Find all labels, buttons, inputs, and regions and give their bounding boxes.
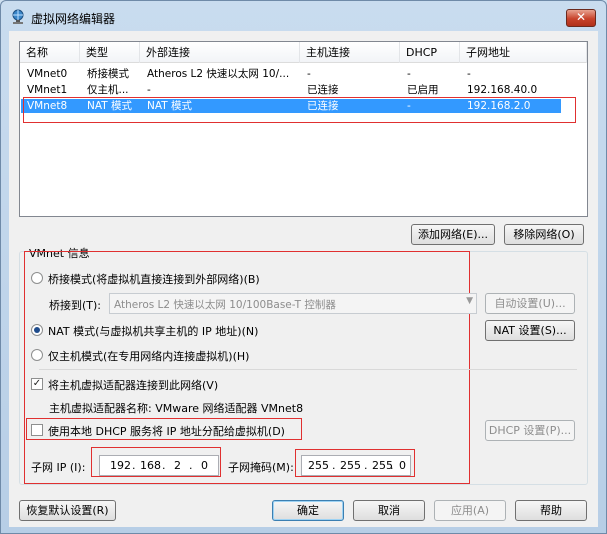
- dialog-window: 虚拟网络编辑器 ✕ 名称 类型 外部连接 主机连接 DHCP 子网地址 VMne…: [0, 0, 607, 534]
- network-list[interactable]: 名称 类型 外部连接 主机连接 DHCP 子网地址 VMnet0 桥接模式 At…: [19, 41, 588, 217]
- cell-name: VMnet0: [27, 68, 68, 80]
- ok-button[interactable]: 确定: [272, 500, 344, 521]
- column-header-dhcp[interactable]: DHCP: [400, 42, 460, 63]
- hostonly-mode-radio[interactable]: [31, 349, 43, 361]
- add-network-button[interactable]: 添加网络(E)...: [411, 224, 495, 245]
- hostonly-mode-label[interactable]: 仅主机模式(在专用网络内连接虚拟机)(H): [48, 348, 249, 364]
- nat-mode-radio[interactable]: [31, 324, 43, 336]
- close-icon: ✕: [575, 10, 587, 24]
- nat-settings-button[interactable]: NAT 设置(S)...: [485, 320, 575, 341]
- bridged-to-value: Atheros L2 快速以太网 10/100Base-T 控制器: [114, 299, 336, 311]
- cell-subnet: 192.168.40.0: [467, 84, 538, 96]
- cell-type: 仅主机...: [87, 84, 129, 96]
- column-header-external[interactable]: 外部连接: [140, 42, 300, 63]
- cell-type: 桥接模式: [87, 68, 129, 80]
- close-button[interactable]: ✕: [566, 9, 596, 27]
- cancel-button[interactable]: 取消: [353, 500, 425, 521]
- adapter-name-label: 主机虚拟适配器名称: VMware 网络适配器 VMnet8: [49, 402, 304, 415]
- bridged-to-label: 桥接到(T):: [49, 299, 102, 312]
- restore-defaults-button[interactable]: 恢复默认设置(R): [19, 500, 116, 521]
- subnet-mask-label: 子网掩码(M):: [228, 461, 294, 474]
- chevron-down-icon: ▼: [466, 296, 473, 306]
- network-globe-icon: [12, 9, 24, 24]
- column-header-type[interactable]: 类型: [80, 42, 140, 63]
- cell-external: -: [147, 84, 151, 96]
- table-row[interactable]: VMnet0 桥接模式 Atheros L2 快速以太网 10/... - - …: [21, 67, 561, 81]
- title-bar: 虚拟网络编辑器 ✕: [1, 1, 606, 31]
- separator: [39, 369, 577, 370]
- bridged-mode-radio[interactable]: [31, 272, 43, 284]
- remove-network-button[interactable]: 移除网络(O): [504, 224, 584, 245]
- bridged-to-dropdown[interactable]: Atheros L2 快速以太网 10/100Base-T 控制器 ▼: [109, 293, 477, 314]
- cell-external: Atheros L2 快速以太网 10/...: [147, 68, 290, 80]
- subnet-ip-label: 子网 IP (I):: [31, 461, 86, 474]
- column-header-name[interactable]: 名称: [20, 42, 80, 63]
- cell-host: -: [307, 68, 311, 80]
- nat-mode-label[interactable]: NAT 模式(与虚拟机共享主机的 IP 地址)(N): [48, 323, 258, 339]
- cell-dhcp: 已启用: [407, 84, 439, 96]
- column-header-subnet[interactable]: 子网地址: [460, 42, 587, 63]
- column-header-host[interactable]: 主机连接: [300, 42, 400, 63]
- help-button[interactable]: 帮助: [515, 500, 587, 521]
- highlight-box-subnet-mask: [295, 449, 415, 477]
- connect-adapter-checkbox[interactable]: ✓: [31, 378, 43, 390]
- apply-button[interactable]: 应用(A): [434, 500, 506, 521]
- dhcp-settings-button[interactable]: DHCP 设置(P)...: [485, 420, 575, 441]
- cell-subnet: -: [467, 68, 471, 80]
- dialog-client-area: 名称 类型 外部连接 主机连接 DHCP 子网地址 VMnet0 桥接模式 At…: [9, 31, 598, 527]
- auto-settings-button[interactable]: 自动设置(U)...: [485, 293, 575, 314]
- highlight-box-subnet-ip: [91, 447, 221, 477]
- highlight-box-dhcp: [26, 418, 302, 440]
- cell-name: VMnet1: [27, 84, 68, 96]
- list-header: 名称 类型 外部连接 主机连接 DHCP 子网地址: [20, 42, 587, 63]
- checkmark-icon: ✓: [32, 378, 42, 389]
- table-row[interactable]: VMnet1 仅主机... - 已连接 已启用 192.168.40.0: [21, 83, 561, 97]
- window-title: 虚拟网络编辑器: [31, 12, 116, 26]
- highlight-box-vmnet8: [23, 97, 576, 123]
- cell-host: 已连接: [307, 84, 339, 96]
- connect-adapter-label[interactable]: 将主机虚拟适配器连接到此网络(V): [48, 377, 218, 393]
- cell-dhcp: -: [407, 68, 411, 80]
- bridged-mode-label[interactable]: 桥接模式(将虚拟机直接连接到外部网络)(B): [48, 271, 260, 287]
